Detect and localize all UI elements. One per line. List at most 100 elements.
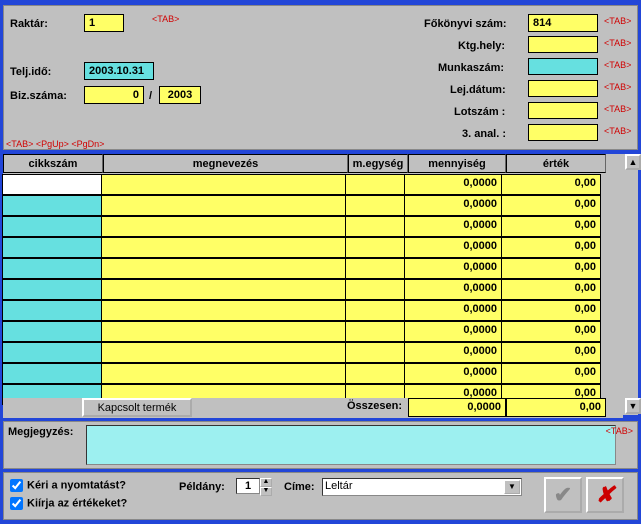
cell-mennyiseg[interactable]: 0,0000 <box>404 300 502 321</box>
values-checkbox[interactable]: Kiírja az értékeket? <box>10 497 127 510</box>
cell-mennyiseg[interactable]: 0,0000 <box>404 237 502 258</box>
header-mennyiseg[interactable]: mennyiség <box>408 154 506 173</box>
cime-label: Címe: <box>284 481 315 493</box>
cell-mennyiseg[interactable]: 0,0000 <box>404 279 502 300</box>
cell-megyseg[interactable] <box>345 174 405 195</box>
cell-megnevezes[interactable] <box>101 174 346 195</box>
cell-mennyiseg[interactable]: 0,0000 <box>404 342 502 363</box>
table-row: 0,00000,00 <box>3 280 638 301</box>
tab-hint-2: <TAB> <box>604 16 631 26</box>
cell-megyseg[interactable] <box>345 321 405 342</box>
cell-megnevezes[interactable] <box>101 342 346 363</box>
cell-megyseg[interactable] <box>345 258 405 279</box>
fokonyvi-label: Főkönyvi szám: <box>424 18 507 30</box>
tab-hint-notes: <TAB> <box>606 426 633 436</box>
cell-mennyiseg[interactable]: 0,0000 <box>404 321 502 342</box>
cell-megyseg[interactable] <box>345 195 405 216</box>
lotszam-label: Lotszám : <box>454 106 505 118</box>
table-row: 0,00000,00 <box>3 175 638 196</box>
peldany-spinner[interactable]: ▲▼ <box>236 478 272 496</box>
cell-ertek[interactable]: 0,00 <box>501 363 601 384</box>
nav-hint: <TAB> <PgUp> <PgDn> <box>6 139 104 149</box>
tab-hint-1: <TAB> <box>152 14 179 24</box>
anal3-field[interactable] <box>528 124 598 141</box>
cime-combo[interactable]: Leltár ▼ <box>322 478 522 496</box>
lejdatum-field[interactable] <box>528 80 598 97</box>
grid-header-row: cikkszámmegnevezésm.egységmennyiségérték <box>3 154 638 175</box>
print-checkbox-input[interactable] <box>10 479 23 492</box>
total-ertek: 0,00 <box>506 398 606 417</box>
lotszam-field[interactable] <box>528 102 598 119</box>
ktghely-field[interactable] <box>528 36 598 53</box>
table-row: 0,00000,00 <box>3 343 638 364</box>
cell-ertek[interactable]: 0,00 <box>501 279 601 300</box>
cell-mennyiseg[interactable]: 0,0000 <box>404 258 502 279</box>
cell-cikkszam[interactable] <box>2 321 102 342</box>
bizszama-field-2[interactable]: 2003 <box>159 86 201 104</box>
table-row: 0,00000,00 <box>3 217 638 238</box>
cell-ertek[interactable]: 0,00 <box>501 258 601 279</box>
combo-dropdown-icon[interactable]: ▼ <box>504 480 520 494</box>
print-checkbox[interactable]: Kéri a nyomtatást? <box>10 479 126 492</box>
cell-megnevezes[interactable] <box>101 195 346 216</box>
cell-cikkszam[interactable] <box>2 216 102 237</box>
cell-megyseg[interactable] <box>345 216 405 237</box>
cell-cikkszam[interactable] <box>2 300 102 321</box>
cell-cikkszam[interactable] <box>2 195 102 216</box>
cell-mennyiseg[interactable]: 0,0000 <box>404 195 502 216</box>
cell-ertek[interactable]: 0,00 <box>501 195 601 216</box>
spin-up-icon[interactable]: ▲ <box>260 478 272 487</box>
cell-megyseg[interactable] <box>345 279 405 300</box>
teljido-field[interactable]: 2003.10.31 <box>84 62 154 80</box>
header-megyseg[interactable]: m.egység <box>348 154 408 173</box>
raktar-field[interactable]: 1 <box>84 14 124 32</box>
kapcsolt-termek-button[interactable]: Kapcsolt termék <box>82 398 192 417</box>
cell-mennyiseg[interactable]: 0,0000 <box>404 363 502 384</box>
cell-cikkszam[interactable] <box>2 279 102 300</box>
cancel-button[interactable]: ✘ <box>586 477 624 513</box>
cell-ertek[interactable]: 0,00 <box>501 321 601 342</box>
spin-down-icon[interactable]: ▼ <box>260 487 272 496</box>
cell-cikkszam[interactable] <box>2 174 102 195</box>
cell-megnevezes[interactable] <box>101 300 346 321</box>
cell-megnevezes[interactable] <box>101 363 346 384</box>
cell-cikkszam[interactable] <box>2 342 102 363</box>
cell-megnevezes[interactable] <box>101 321 346 342</box>
cell-megnevezes[interactable] <box>101 279 346 300</box>
cell-ertek[interactable]: 0,00 <box>501 237 601 258</box>
cell-cikkszam[interactable] <box>2 237 102 258</box>
cell-cikkszam[interactable] <box>2 363 102 384</box>
cell-ertek[interactable]: 0,00 <box>501 300 601 321</box>
cell-megnevezes[interactable] <box>101 258 346 279</box>
total-mennyiseg: 0,0000 <box>408 398 506 417</box>
scroll-down-button[interactable]: ▼ <box>625 398 641 414</box>
cell-megnevezes[interactable] <box>101 237 346 258</box>
cell-cikkszam[interactable] <box>2 258 102 279</box>
check-icon: ✔ <box>546 479 580 511</box>
cell-ertek[interactable]: 0,00 <box>501 216 601 237</box>
cell-mennyiseg[interactable]: 0,0000 <box>404 216 502 237</box>
data-grid: cikkszámmegnevezésm.egységmennyiségérték… <box>3 154 638 415</box>
ok-button[interactable]: ✔ <box>544 477 582 513</box>
values-checkbox-input[interactable] <box>10 497 23 510</box>
cell-megyseg[interactable] <box>345 300 405 321</box>
peldany-input[interactable] <box>236 478 260 494</box>
bizszama-field-1[interactable]: 0 <box>84 86 144 104</box>
megjegyzes-field[interactable] <box>86 425 616 465</box>
cell-megyseg[interactable] <box>345 363 405 384</box>
scroll-up-button[interactable]: ▲ <box>625 154 641 170</box>
header-cikkszam[interactable]: cikkszám <box>3 154 103 173</box>
table-row: 0,00000,00 <box>3 238 638 259</box>
cell-ertek[interactable]: 0,00 <box>501 174 601 195</box>
cell-megnevezes[interactable] <box>101 216 346 237</box>
header-megnevezes[interactable]: megnevezés <box>103 154 348 173</box>
cell-mennyiseg[interactable]: 0,0000 <box>404 174 502 195</box>
fokonyvi-field[interactable]: 814 <box>528 14 598 32</box>
cell-megyseg[interactable] <box>345 342 405 363</box>
cell-megyseg[interactable] <box>345 237 405 258</box>
tab-hint-3: <TAB> <box>604 38 631 48</box>
table-row: 0,00000,00 <box>3 364 638 385</box>
munkaszam-field[interactable] <box>528 58 598 75</box>
cell-ertek[interactable]: 0,00 <box>501 342 601 363</box>
header-ertek[interactable]: érték <box>506 154 606 173</box>
